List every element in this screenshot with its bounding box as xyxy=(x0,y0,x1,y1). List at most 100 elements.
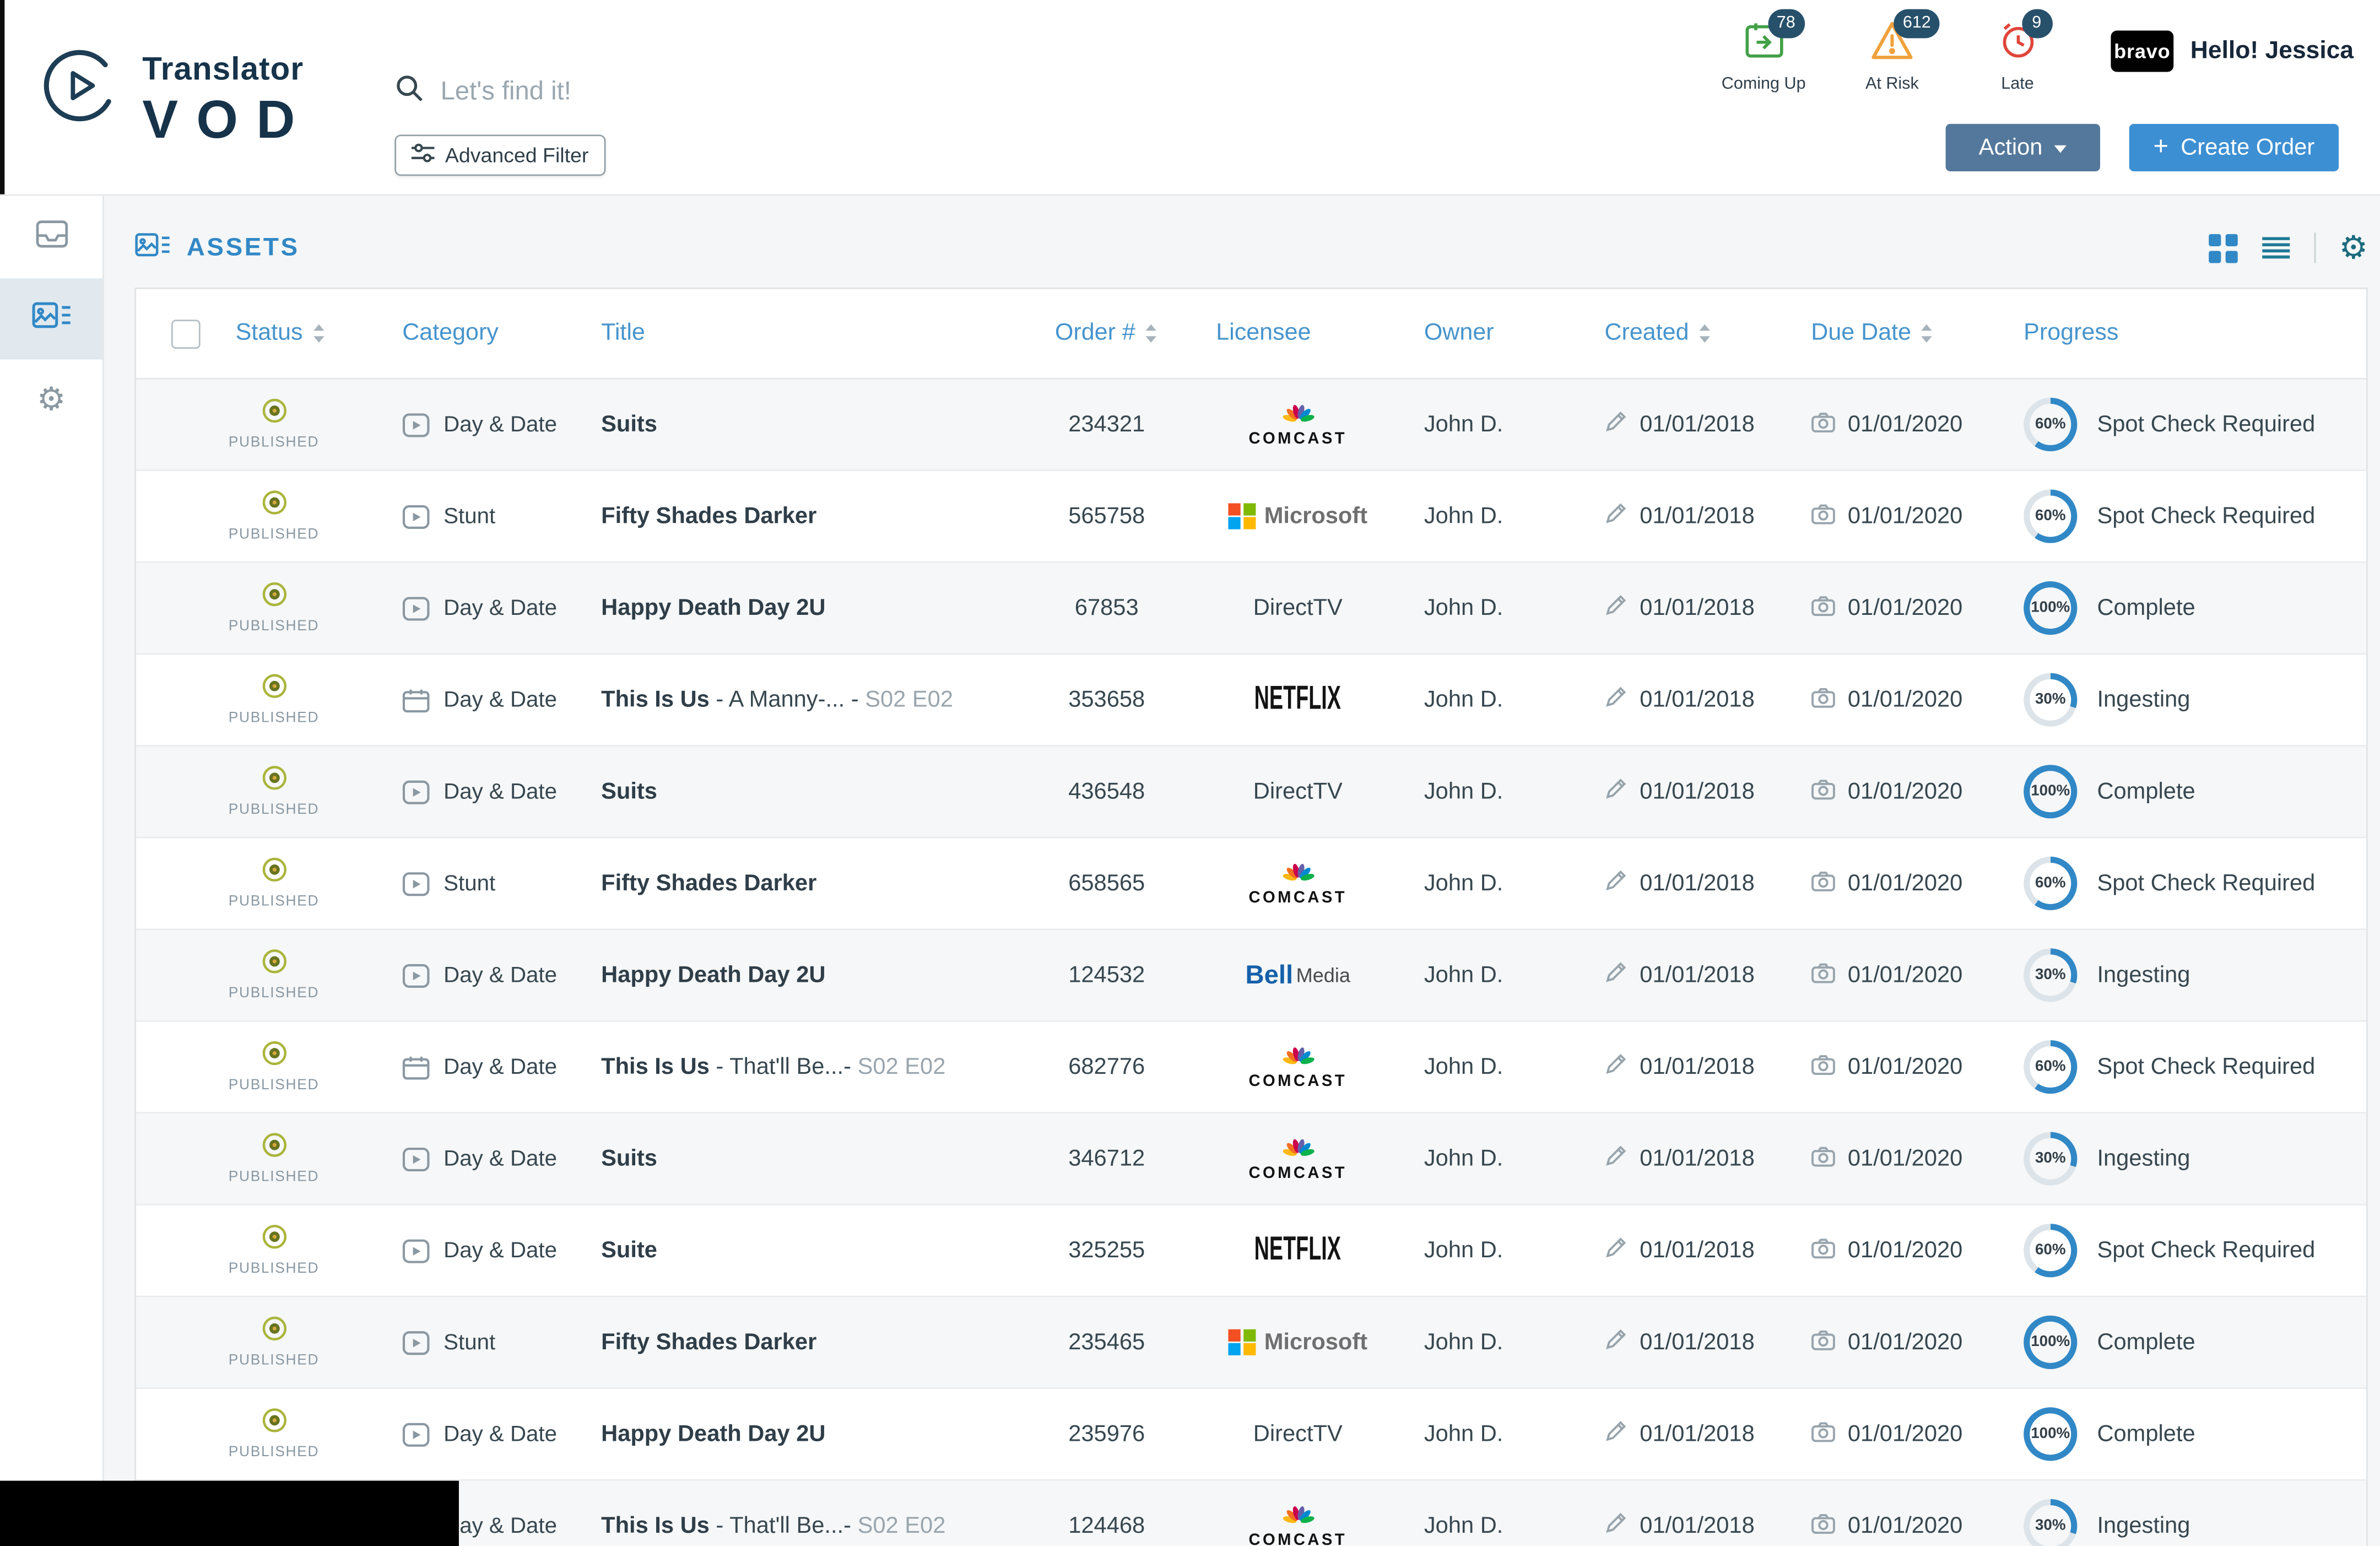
coming-up-label: Coming Up xyxy=(1722,75,1806,93)
column-header-status[interactable]: Status xyxy=(231,320,384,347)
category-icon xyxy=(402,780,430,804)
category-icon xyxy=(402,1422,430,1446)
header-left-edge xyxy=(0,0,4,194)
action-button-label: Action xyxy=(1979,134,2043,160)
row-category-label: Day & Date xyxy=(443,596,557,620)
table-row[interactable]: PUBLISHED Stunt Fifty Shades Darker 2354… xyxy=(136,1297,2366,1389)
table-row[interactable]: PUBLISHED Day & Date This Is Us - That'l… xyxy=(136,1022,2366,1114)
search-bar[interactable] xyxy=(394,73,899,110)
peacock-icon xyxy=(1279,1044,1316,1070)
notification-late[interactable]: 9 Late xyxy=(1961,18,2074,93)
published-status-icon xyxy=(261,581,286,613)
column-header-created[interactable]: Created xyxy=(1584,320,1791,347)
sidebar-item-settings[interactable]: ⚙ xyxy=(0,359,102,440)
progress-status-label: Complete xyxy=(2097,779,2195,804)
notification-coming-up[interactable]: 78 Coming Up xyxy=(1707,18,1820,93)
row-title-cell: This Is Us - A Manny-... - S02 E02 xyxy=(583,687,1019,713)
column-header-licensee[interactable]: Licensee xyxy=(1194,320,1401,347)
row-progress-cell: 100% Complete xyxy=(2005,765,2370,818)
column-header-title[interactable]: Title xyxy=(583,320,1019,347)
table-row[interactable]: PUBLISHED Day & Date Happy Death Day 2U … xyxy=(136,930,2366,1022)
column-header-progress[interactable]: Progress xyxy=(2005,320,2370,347)
progress-percent: 60% xyxy=(2024,1224,2077,1277)
column-header-owner[interactable]: Owner xyxy=(1401,320,1584,347)
search-input[interactable] xyxy=(437,75,872,109)
edit-pencil-icon xyxy=(1604,593,1627,623)
list-view-icon[interactable] xyxy=(2261,236,2292,260)
row-title-cell: Suits xyxy=(583,1146,1019,1172)
row-status-cell: PUBLISHED xyxy=(231,1132,384,1186)
row-due-date: 01/01/2020 xyxy=(1848,962,1962,988)
row-created-date: 01/01/2018 xyxy=(1640,1421,1754,1447)
row-licensee-logo: COMCAST xyxy=(1194,402,1401,447)
sidebar-item-inbox[interactable] xyxy=(0,197,102,278)
row-licensee-logo: COMCAST xyxy=(1194,1044,1401,1090)
filter-sliders-icon xyxy=(412,142,435,168)
camera-icon xyxy=(1811,1328,1835,1356)
progress-ring: 60% xyxy=(2024,857,2077,910)
table-row[interactable]: PUBLISHED Stunt Fifty Shades Darker 6585… xyxy=(136,838,2366,930)
edit-pencil-icon xyxy=(1604,685,1627,715)
column-header-category[interactable]: Category xyxy=(384,320,583,347)
directv-logo: DirectTV xyxy=(1253,779,1343,804)
table-row[interactable]: PUBLISHED Stunt Fifty Shades Darker 5657… xyxy=(136,471,2366,563)
row-title-part: - That'll Be...- xyxy=(710,1513,858,1539)
row-title-part: - That'll Be...- xyxy=(710,1054,858,1080)
table-row[interactable]: PUBLISHED Day & Date This Is Us - That'l… xyxy=(136,1481,2366,1546)
progress-status-label: Spot Check Required xyxy=(2097,412,2315,437)
advanced-filter-button[interactable]: Advanced Filter xyxy=(394,134,605,176)
row-due-date: 01/01/2020 xyxy=(1848,595,1962,621)
sidebar: ⚙ xyxy=(0,194,104,1546)
page-title-block: ASSETS xyxy=(134,230,299,266)
row-owner: John D. xyxy=(1401,779,1584,804)
row-order-number: 436548 xyxy=(1019,779,1194,804)
select-all-checkbox[interactable] xyxy=(171,319,201,348)
search-icon xyxy=(394,73,424,110)
peacock-icon xyxy=(1279,402,1316,428)
table-row[interactable]: PUBLISHED Day & Date Happy Death Day 2U … xyxy=(136,1389,2366,1481)
row-title-cell: Suite xyxy=(583,1237,1019,1263)
progress-percent: 100% xyxy=(2024,765,2077,818)
table-row[interactable]: PUBLISHED Day & Date Suits 346712 COMCAS… xyxy=(136,1113,2366,1206)
row-category-cell: Day & Date xyxy=(384,412,583,436)
row-created-date: 01/01/2018 xyxy=(1640,1146,1754,1172)
row-status-cell: PUBLISHED xyxy=(231,398,384,451)
notification-at-risk[interactable]: 612 At Risk xyxy=(1836,18,1949,93)
column-header-order[interactable]: Order # xyxy=(1019,320,1194,347)
table-row[interactable]: PUBLISHED Day & Date Suits 234321 COMCAS… xyxy=(136,380,2366,472)
row-order-number: 565758 xyxy=(1019,503,1194,529)
create-order-label: Create Order xyxy=(2181,134,2314,160)
progress-percent: 30% xyxy=(2024,1499,2077,1546)
sort-icon xyxy=(1921,323,1934,344)
row-due-cell: 01/01/2020 xyxy=(1791,1053,2005,1081)
row-status-label: PUBLISHED xyxy=(229,802,320,819)
microsoft-logo: Microsoft xyxy=(1228,503,1367,530)
row-status-label: PUBLISHED xyxy=(229,1352,320,1369)
column-header-due-date[interactable]: Due Date xyxy=(1791,320,2005,347)
row-due-cell: 01/01/2020 xyxy=(1791,869,2005,897)
table-row[interactable]: PUBLISHED Day & Date Suits 436548 Direct… xyxy=(136,747,2366,839)
row-created-cell: 01/01/2018 xyxy=(1584,410,1791,439)
action-button[interactable]: Action xyxy=(1946,124,2100,171)
sort-icon xyxy=(1145,323,1159,344)
brand-logo-icon xyxy=(40,46,119,133)
table-row[interactable]: PUBLISHED Day & Date This Is Us - A Mann… xyxy=(136,655,2366,747)
create-order-button[interactable]: + Create Order xyxy=(2129,124,2339,171)
grid-view-icon[interactable] xyxy=(2209,233,2238,262)
row-status-cell: PUBLISHED xyxy=(231,581,384,635)
row-owner: John D. xyxy=(1401,595,1584,621)
category-icon xyxy=(402,1055,430,1079)
sidebar-item-assets[interactable] xyxy=(0,278,102,359)
table-settings-gear-icon[interactable]: ⚙ xyxy=(2339,232,2368,264)
table-row[interactable]: PUBLISHED Day & Date Suite 325255 NETFLI… xyxy=(136,1206,2366,1298)
row-owner: John D. xyxy=(1401,1237,1584,1263)
assets-table-body: PUBLISHED Day & Date Suits 234321 COMCAS… xyxy=(136,380,2366,1546)
brand-title-line2: VOD xyxy=(142,90,313,152)
row-status-label: PUBLISHED xyxy=(229,893,320,910)
row-progress-cell: 60% Spot Check Required xyxy=(2005,1224,2370,1277)
category-icon xyxy=(402,596,430,620)
camera-icon xyxy=(1811,1237,1835,1264)
table-row[interactable]: PUBLISHED Day & Date Happy Death Day 2U … xyxy=(136,563,2366,655)
row-order-number: 658565 xyxy=(1019,871,1194,896)
peacock-icon xyxy=(1279,861,1316,886)
